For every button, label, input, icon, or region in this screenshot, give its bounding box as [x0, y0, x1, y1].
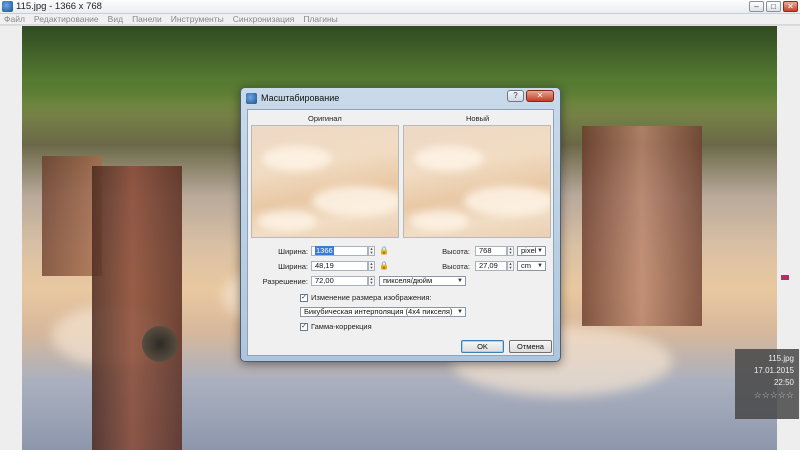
- unit-px-select[interactable]: pixel ▼: [517, 246, 546, 256]
- window-titlebar: 115.jpg - 1366 x 768 – □ ✕: [0, 0, 800, 14]
- width-px-value: 1366: [315, 246, 334, 255]
- checkmark-icon: ✓: [300, 322, 308, 331]
- rating-stars[interactable]: ☆☆☆☆☆: [740, 389, 794, 401]
- window-title: 115.jpg - 1366 x 768: [16, 1, 102, 12]
- height-px-label: Высота:: [442, 247, 470, 256]
- checkmark-icon: ✓: [300, 293, 308, 302]
- dialog-controls: ? ✕: [507, 90, 554, 102]
- gamma-checkbox[interactable]: ✓ Гамма-коррекция: [300, 322, 372, 331]
- resolution-unit-value: пикселя/дюйм: [383, 276, 433, 285]
- photo-tower: [582, 126, 702, 326]
- resize-checkbox[interactable]: ✓ Изменение размера изображения:: [300, 293, 432, 302]
- height-px-spinner[interactable]: ▲ ▼: [507, 246, 514, 256]
- new-preview: [403, 125, 551, 238]
- chevron-down-icon: ▼: [537, 248, 543, 254]
- help-button[interactable]: ?: [507, 90, 524, 102]
- resolution-unit-select[interactable]: пикселя/дюйм ▼: [379, 276, 466, 286]
- menu-tools[interactable]: Инструменты: [171, 14, 224, 24]
- menu-file[interactable]: Файл: [4, 14, 25, 24]
- gamma-checkbox-label: Гамма-коррекция: [311, 322, 372, 331]
- window-controls: – □ ✕: [749, 1, 798, 12]
- resolution-spinner[interactable]: ▲ ▼: [368, 276, 375, 286]
- photo-tower: [92, 166, 182, 450]
- menu-sync[interactable]: Синхронизация: [233, 14, 295, 24]
- menu-edit[interactable]: Редактирование: [34, 14, 99, 24]
- dialog-body: Оригинал Новый Ширина: 1366 ▲ ▼ 🔒 Высота:…: [247, 109, 554, 356]
- new-header: Новый: [466, 114, 490, 123]
- resize-dialog: Масштабирование ? ✕ Оригинал Новый Ширин…: [240, 87, 561, 362]
- dialog-app-icon: [246, 92, 257, 104]
- dialog-titlebar: Масштабирование: [246, 91, 339, 105]
- close-button[interactable]: ✕: [783, 1, 798, 12]
- resolution-input[interactable]: 72,00: [311, 276, 368, 286]
- maximize-button[interactable]: □: [766, 1, 781, 12]
- original-preview: [251, 125, 399, 238]
- interpolation-value: Бикубическая интерполяция (4x4 пикселя): [304, 307, 453, 316]
- dialog-close-button[interactable]: ✕: [526, 90, 554, 102]
- width-px-input[interactable]: 1366: [311, 246, 368, 256]
- unit-cm-select[interactable]: cm ▼: [517, 261, 546, 271]
- width-px-label: Ширина:: [278, 247, 308, 256]
- menu-plugins[interactable]: Плагины: [303, 14, 337, 24]
- photo-clock: [142, 326, 178, 362]
- cancel-button[interactable]: Отмена: [509, 340, 552, 353]
- height-px-input[interactable]: 768: [475, 246, 507, 256]
- info-datetime: 17.01.2015 22:50: [753, 366, 794, 387]
- dialog-title: Масштабирование: [261, 93, 340, 103]
- chevron-down-icon: ▼: [537, 263, 543, 269]
- height-cm-input[interactable]: 27,09: [475, 261, 507, 271]
- height-cm-label: Высота:: [442, 262, 470, 271]
- menu-bar: Файл Редактирование Вид Панели Инструмен…: [0, 14, 800, 25]
- menu-view[interactable]: Вид: [108, 14, 123, 24]
- unit-px-value: pixel: [521, 246, 537, 255]
- original-header: Оригинал: [308, 114, 342, 123]
- file-info-panel: 115.jpg 17.01.2015 22:50 ☆☆☆☆☆: [735, 349, 799, 419]
- width-cm-label: Ширина:: [278, 262, 308, 271]
- interpolation-select[interactable]: Бикубическая интерполяция (4x4 пикселя) ▼: [300, 307, 466, 317]
- chevron-down-icon: ▼: [457, 309, 463, 315]
- chevron-down-icon: ▼: [457, 278, 463, 284]
- resize-checkbox-label: Изменение размера изображения:: [311, 293, 432, 302]
- width-px-spinner[interactable]: ▲ ▼: [368, 246, 375, 256]
- ok-button[interactable]: OK: [461, 340, 504, 353]
- minimize-button[interactable]: –: [749, 1, 764, 12]
- info-filename: 115.jpg: [768, 354, 794, 363]
- width-cm-input[interactable]: 48,19: [311, 261, 368, 271]
- resolution-label: Разрешение:: [262, 277, 308, 286]
- width-cm-spinner[interactable]: ▲ ▼: [368, 261, 375, 271]
- menu-panels[interactable]: Панели: [132, 14, 162, 24]
- lock-icon[interactable]: 🔒: [379, 261, 389, 270]
- lock-icon[interactable]: 🔒: [379, 246, 389, 255]
- unit-cm-value: cm: [521, 261, 531, 270]
- app-icon: [2, 1, 13, 12]
- scroll-marker[interactable]: [781, 275, 789, 280]
- height-cm-spinner[interactable]: ▲ ▼: [507, 261, 514, 271]
